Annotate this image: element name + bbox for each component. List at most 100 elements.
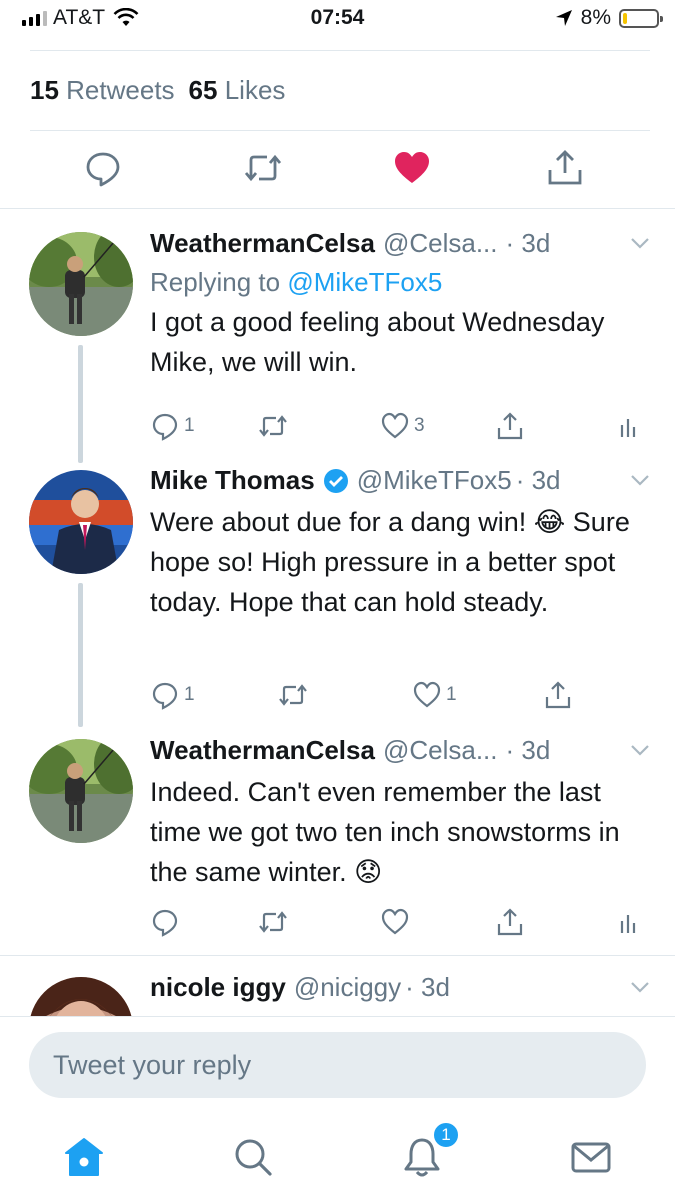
user-handle[interactable]: @Celsa... <box>383 228 498 259</box>
like-button[interactable]: 3 <box>380 411 425 441</box>
share-button[interactable] <box>543 680 573 710</box>
tweet-item[interactable]: WeathermanCelsa @Celsa... · 3d Replying … <box>0 228 675 463</box>
chevron-down-icon[interactable] <box>630 980 650 994</box>
thread-line <box>78 583 83 727</box>
retweet-button[interactable] <box>258 907 288 937</box>
divider <box>0 208 675 209</box>
share-icon[interactable] <box>545 148 585 188</box>
share-icon <box>497 908 523 936</box>
retweet-icon <box>259 911 287 933</box>
reply-composer[interactable] <box>29 1032 646 1098</box>
like-count: 3 <box>414 415 425 436</box>
notification-badge: 1 <box>432 1121 460 1149</box>
analytics-button[interactable] <box>616 907 646 937</box>
tweet-header: WeathermanCelsa @Celsa... · 3d <box>150 228 650 259</box>
likes-count: 65 <box>188 75 218 105</box>
battery-percent: 8% <box>580 6 611 29</box>
tweet-action-bar <box>0 140 675 200</box>
retweet-icon <box>259 415 287 437</box>
user-handle[interactable]: @niciggy <box>294 972 401 1003</box>
share-button[interactable] <box>495 411 525 441</box>
tweet-text: I got a good feeling about Wednesday Mik… <box>150 307 605 377</box>
tweet-header: WeathermanCelsa @Celsa... · 3d <box>150 735 650 766</box>
search-icon[interactable] <box>231 1135 275 1179</box>
avatar[interactable] <box>29 977 133 1016</box>
reply-count: 1 <box>184 684 195 705</box>
share-button[interactable] <box>495 907 525 937</box>
retweet-button[interactable] <box>278 680 308 710</box>
divider <box>0 955 675 956</box>
display-name[interactable]: nicole iggy <box>150 972 286 1003</box>
reply-button[interactable]: 1 <box>150 411 195 441</box>
replying-to: Replying to @MikeTFox5 <box>150 267 650 298</box>
user-handle[interactable]: @MikeTFox5 <box>357 465 512 496</box>
tweet-time: · 3d <box>515 465 561 495</box>
chevron-down-icon[interactable] <box>630 473 650 487</box>
tweet-time: · 3d <box>405 972 450 1002</box>
tweet-item[interactable]: nicole iggy @niciggy · 3d <box>0 972 675 1016</box>
heart-icon <box>381 908 409 935</box>
divider <box>30 130 650 131</box>
verified-badge-icon <box>323 468 348 493</box>
reply-button[interactable] <box>150 907 180 937</box>
reply-count: 1 <box>184 415 195 436</box>
avatar[interactable] <box>29 739 133 843</box>
reply-icon <box>152 413 178 441</box>
divider <box>0 1016 675 1017</box>
bottom-tab-bar <box>0 1115 675 1200</box>
chevron-down-icon[interactable] <box>630 236 650 250</box>
chevron-down-icon[interactable] <box>630 743 650 757</box>
tweet-actions: 1 3 <box>150 411 650 451</box>
display-name[interactable]: Mike Thomas <box>150 465 315 496</box>
retweets-count: 15 <box>30 75 59 105</box>
likes-label: Likes <box>224 75 286 105</box>
user-handle[interactable]: @Celsa... <box>383 735 498 766</box>
like-count: 1 <box>446 684 457 705</box>
retweets-stat[interactable]: 15 Retweets <box>30 75 175 106</box>
reply-button[interactable]: 1 <box>150 680 195 710</box>
tweet-stats: 15 Retweets 65 Likes <box>30 75 285 106</box>
analytics-button[interactable] <box>616 411 646 441</box>
battery-icon <box>619 8 663 28</box>
display-name[interactable]: WeathermanCelsa <box>150 228 375 259</box>
status-bar: AT&T 07:54 8% <box>0 0 675 38</box>
share-icon <box>545 681 571 709</box>
likes-stat[interactable]: 65 Likes <box>189 75 286 106</box>
retweet-icon <box>279 684 307 706</box>
replying-prefix: Replying to <box>150 267 281 297</box>
like-icon-filled[interactable] <box>392 148 432 188</box>
analytics-icon <box>620 419 636 437</box>
avatar[interactable] <box>29 232 133 336</box>
tweet-header: Mike Thomas @MikeTFox5 · 3d <box>150 465 650 496</box>
share-icon <box>497 412 523 440</box>
tweet-header: nicole iggy @niciggy · 3d <box>150 972 650 1003</box>
like-button[interactable]: 1 <box>412 680 457 710</box>
tweet-text: Were about due for a dang win! 😂 Sure ho… <box>150 507 630 617</box>
reply-icon[interactable] <box>83 148 123 188</box>
messages-envelope-icon[interactable] <box>569 1135 613 1179</box>
divider <box>30 50 650 51</box>
tweet-item[interactable]: Mike Thomas @MikeTFox5 · 3d Were about d… <box>0 465 675 727</box>
reply-icon <box>152 909 178 937</box>
display-name[interactable]: WeathermanCelsa <box>150 735 375 766</box>
heart-icon <box>413 681 441 708</box>
retweet-button[interactable] <box>258 411 288 441</box>
tweet-time: · 3d <box>505 228 551 258</box>
retweet-icon[interactable] <box>243 148 283 188</box>
tweet-text: Indeed. Can't even remember the last tim… <box>150 777 620 887</box>
tweet-actions: 1 1 <box>150 680 650 720</box>
tweet-actions <box>150 907 650 947</box>
home-icon[interactable] <box>62 1135 106 1179</box>
reply-icon <box>152 682 178 710</box>
tweet-time: · 3d <box>505 735 551 765</box>
like-button[interactable] <box>380 907 410 937</box>
thread-line <box>78 345 83 463</box>
retweets-label: Retweets <box>66 75 175 105</box>
reply-input[interactable] <box>29 1032 646 1098</box>
analytics-icon <box>620 915 636 933</box>
tweet-item[interactable]: WeathermanCelsa @Celsa... · 3d Indeed. C… <box>0 735 675 950</box>
location-arrow-icon <box>555 10 572 26</box>
avatar[interactable] <box>29 470 133 574</box>
mention-link[interactable]: @MikeTFox5 <box>287 267 442 297</box>
heart-icon <box>381 412 409 439</box>
